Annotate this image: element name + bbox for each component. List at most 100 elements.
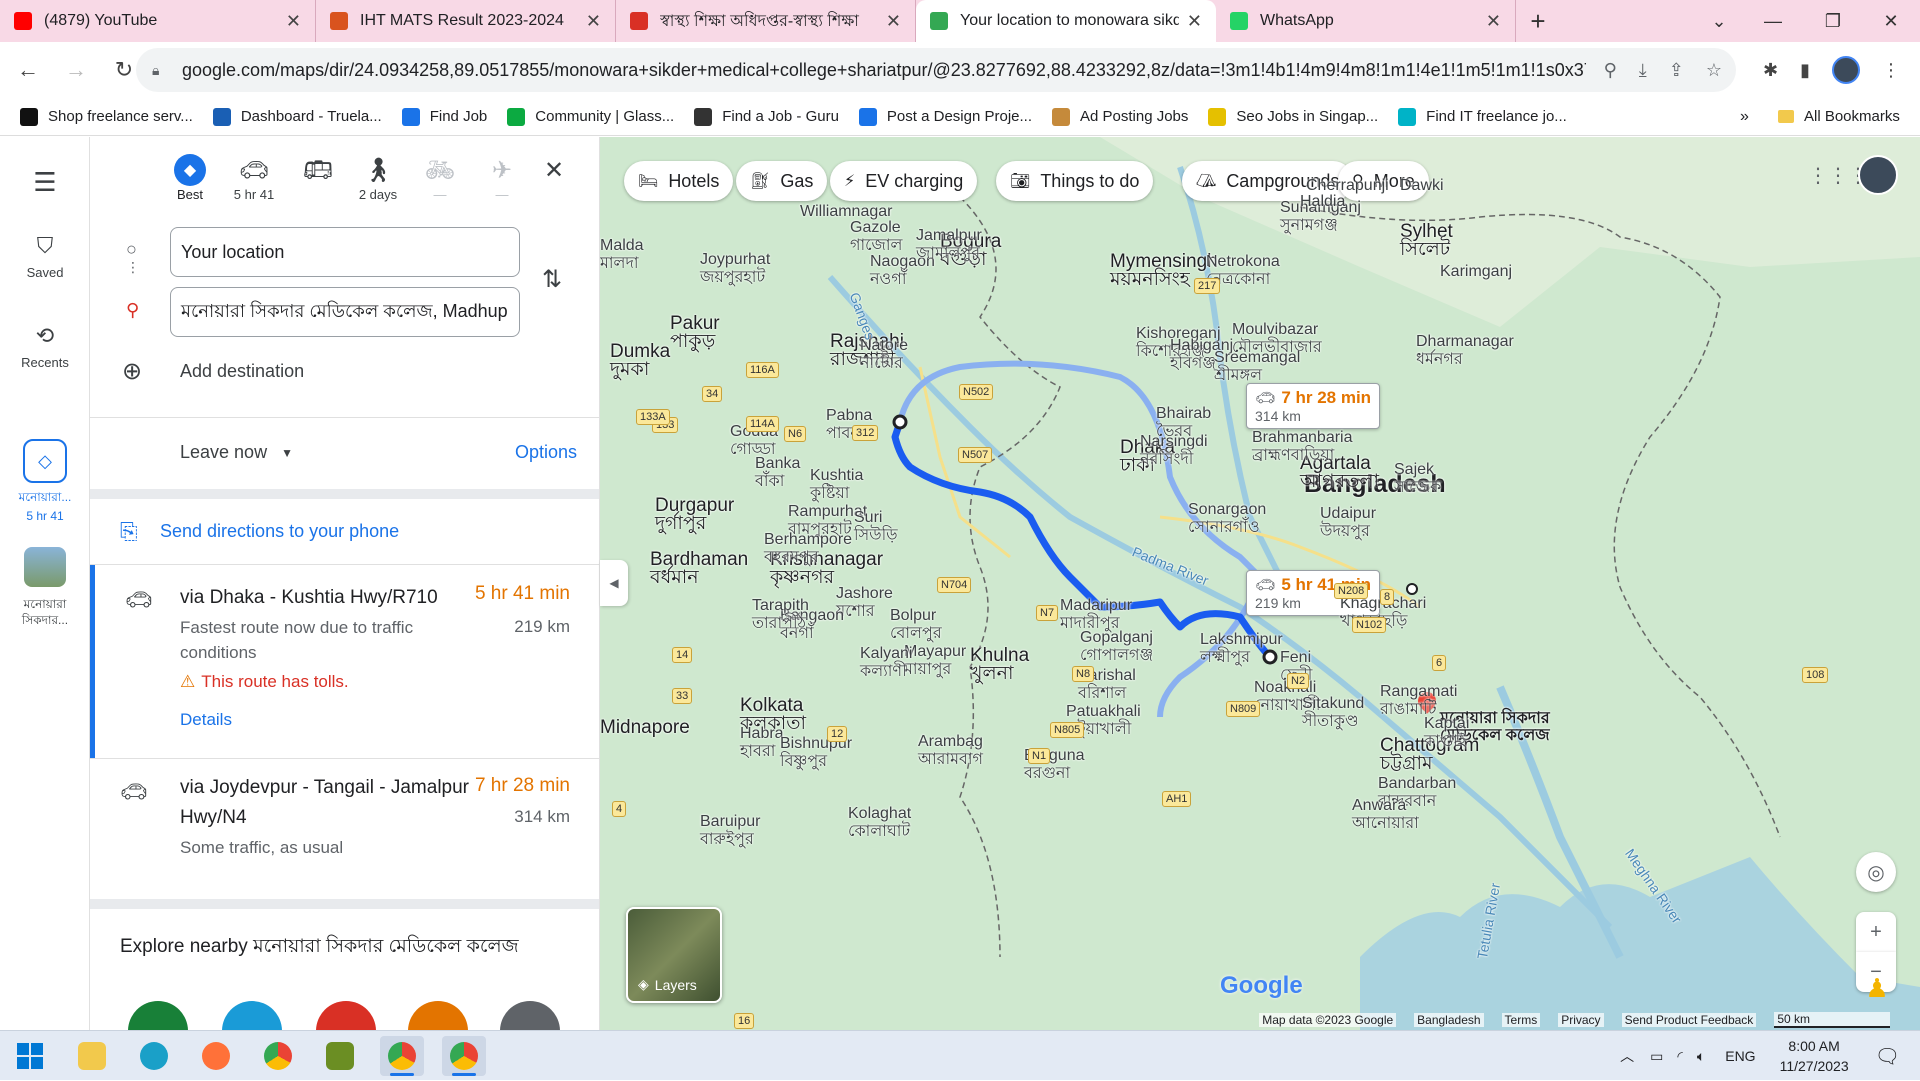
browser-tab[interactable]: WhatsApp ✕	[1216, 0, 1516, 42]
chip-gas[interactable]: ⛽︎ Gas	[736, 161, 828, 201]
notifications-icon[interactable]: 🗨︎	[1875, 1044, 1900, 1069]
place-label[interactable]: Tarapith তারাপীঠ	[752, 597, 809, 633]
place-label[interactable]: Anwara আনোয়ারা	[1352, 797, 1419, 833]
back-button[interactable]: ←	[8, 50, 48, 90]
chip-hotels[interactable]: 🛏︎ Hotels	[624, 161, 734, 201]
close-tab-icon[interactable]: ✕	[1486, 11, 1501, 32]
all-bookmarks-folder[interactable]: All Bookmarks	[1778, 108, 1900, 125]
notepad-button[interactable]	[318, 1036, 362, 1076]
chrome-menu-icon[interactable]: ⋮	[1882, 60, 1900, 81]
options-button[interactable]: Options	[515, 442, 577, 463]
bookmark-star-icon[interactable]: ☆	[1706, 60, 1722, 81]
place-label[interactable]: Malda মালদা	[600, 237, 644, 273]
place-label[interactable]: Kaptai কাপ্তাই	[1424, 715, 1469, 751]
layers-button[interactable]: ◈ Layers	[626, 907, 722, 1003]
bookmark-item[interactable]: Find IT freelance jo...	[1398, 107, 1567, 126]
region-link[interactable]: Bangladesh	[1414, 1013, 1484, 1027]
address-url[interactable]: google.com/maps/dir/24.0934258,89.051785…	[182, 60, 1586, 81]
place-label[interactable]: Jashore যশোর	[836, 585, 893, 621]
explore-gas-icon[interactable]	[316, 1001, 376, 1030]
profile-avatar[interactable]	[1832, 56, 1860, 84]
place-label[interactable]: Banka বাঁকা	[755, 455, 800, 491]
place-label[interactable]: Rangamati রাঙামাটি	[1380, 683, 1457, 719]
forward-button[interactable]: →	[56, 50, 96, 90]
chrome-profile-button[interactable]	[380, 1036, 424, 1076]
mode-walk[interactable]: 🚶︎ 2 days	[346, 153, 410, 203]
chip-ev-charging[interactable]: ⚡︎ EV charging	[830, 161, 978, 201]
zoom-in-button[interactable]: +	[1856, 912, 1896, 952]
extensions-icon[interactable]: ✱	[1763, 60, 1778, 81]
explore-restaurants-icon[interactable]	[128, 1001, 188, 1030]
recents-button[interactable]: ⟲ Recents	[0, 323, 90, 370]
place-label[interactable]: Karimganj	[1440, 263, 1512, 281]
bookmark-item[interactable]: Ad Posting Jobs	[1052, 107, 1188, 126]
place-label[interactable]: Gopalganj গোপালগঞ্জ	[1080, 629, 1153, 665]
terms-link[interactable]: Terms	[1501, 1013, 1541, 1027]
browser-tab[interactable]: স্বাস্থ্য শিক্ষা অধিদপ্তর-স্বাস্থ্য শিক্…	[616, 0, 916, 42]
add-destination-button[interactable]: Add destination	[180, 361, 304, 382]
browser-tab[interactable]: IHT MATS Result 2023-2024 ✕	[316, 0, 616, 42]
share-icon[interactable]: ⇪	[1669, 60, 1684, 81]
place-label[interactable]: Bardhaman বর্ধমান	[650, 550, 748, 587]
explore-more-icon[interactable]	[500, 1001, 560, 1030]
send-directions-button[interactable]: Send directions to your phone	[160, 521, 399, 542]
browser-tab[interactable]: Your location to monowara sikde ✕	[916, 0, 1216, 42]
place-label[interactable]: Baruipur বারুইপুর	[700, 813, 760, 849]
close-window-button[interactable]: ✕	[1866, 0, 1916, 42]
restore-button[interactable]: ❐	[1808, 0, 1858, 42]
clock[interactable]: 8:00 AM 11/27/2023	[1780, 1036, 1849, 1076]
place-label[interactable]: Narsingdi নরসিংদী	[1140, 433, 1208, 469]
place-label[interactable]: Madaripur মাদারীপুর	[1060, 597, 1132, 633]
place-label[interactable]: Khulna খুলনা	[970, 646, 1029, 683]
close-tab-icon[interactable]: ✕	[886, 11, 901, 32]
menu-button[interactable]: ☰	[0, 167, 90, 204]
close-tab-icon[interactable]: ✕	[1187, 11, 1202, 32]
my-location-button[interactable]: ◎	[1856, 852, 1896, 892]
place-label[interactable]: Kushtia কুষ্টিয়া	[810, 467, 863, 503]
show-hidden-icons[interactable]: ︿	[1620, 1046, 1634, 1066]
saved-button[interactable]: ⛉ Saved	[0, 233, 90, 280]
install-app-icon[interactable]: ⤓	[1639, 60, 1647, 81]
place-label[interactable]: Natore নাটোর	[860, 337, 908, 373]
place-label[interactable]: Gazole গাজোল	[850, 219, 902, 255]
place-label[interactable]: Midnapore	[600, 718, 690, 737]
swap-icon[interactable]: ⇅	[542, 265, 562, 294]
explore-parking-icon[interactable]	[408, 1001, 468, 1030]
volume-icon[interactable]: 🔈︎	[1697, 1048, 1705, 1065]
collapse-panel-button[interactable]: ◀	[600, 560, 628, 606]
place-label[interactable]: Bolpur বোলপুর	[890, 607, 942, 643]
route-option-alternate[interactable]: 🚗︎ via Joydevpur - Tangail - Jamalpur Hw…	[90, 759, 599, 871]
place-label[interactable]: Sonargaon সোনারগাঁও	[1188, 501, 1266, 537]
place-label[interactable]: Lakshmipur লক্ষ্মীপুর	[1200, 631, 1283, 667]
place-label[interactable]: Dumka দুমকা	[610, 342, 670, 379]
file-explorer-button[interactable]	[70, 1036, 114, 1076]
privacy-link[interactable]: Privacy	[1558, 1013, 1604, 1027]
recent-place-item[interactable]: মনোয়ারা সিকদার...	[0, 547, 90, 628]
route-details-link[interactable]: Details	[180, 707, 232, 732]
address-bar[interactable]: 🔒︎ google.com/maps/dir/24.0934258,89.051…	[136, 48, 1736, 92]
place-label[interactable]: Kolaghat কোলাঘাট	[848, 805, 911, 841]
close-tab-icon[interactable]: ✕	[586, 11, 601, 32]
mode-transit[interactable]: 🚌︎	[286, 153, 350, 187]
chrome-button[interactable]	[256, 1036, 300, 1076]
add-destination-icon[interactable]: ⊕	[122, 357, 142, 386]
browser-tab[interactable]: (4879) YouTube ✕	[0, 0, 316, 42]
place-label[interactable]: Jamalpur জামালপুর	[916, 227, 982, 263]
account-avatar[interactable]	[1858, 155, 1898, 195]
mode-bike[interactable]: 🚲︎ —	[408, 153, 472, 203]
place-label[interactable]: Sitakund সীতাকুণ্ড	[1302, 695, 1364, 731]
send-feedback-link[interactable]: Send Product Feedback	[1621, 1013, 1757, 1027]
place-label[interactable]: Dharmanagar ধর্মনগর	[1416, 333, 1514, 369]
place-label[interactable]: Udaipur উদয়পুর	[1320, 505, 1376, 541]
minimize-button[interactable]: —	[1748, 0, 1798, 42]
battery-icon[interactable]: ▭	[1650, 1048, 1663, 1065]
place-label[interactable]: Joypurhat জয়পুরহাট	[700, 251, 770, 287]
scale-bar[interactable]: 50 km	[1774, 1012, 1890, 1028]
origin-marker[interactable]	[892, 414, 908, 430]
street-view-pegman-icon[interactable]: ♟	[1862, 973, 1892, 1013]
route-option-fastest[interactable]: 🚗︎ via Dhaka - Kushtia Hwy/R710 5 hr 41 …	[90, 565, 599, 758]
chrome-profile-2-button[interactable]	[442, 1036, 486, 1076]
place-label[interactable]: Durgapur দুর্গাপুর	[655, 496, 734, 533]
place-label[interactable]: Sreemangal শ্রীমঙ্গল	[1214, 349, 1300, 385]
bookmark-item[interactable]: Dashboard - Truela...	[212, 107, 382, 126]
